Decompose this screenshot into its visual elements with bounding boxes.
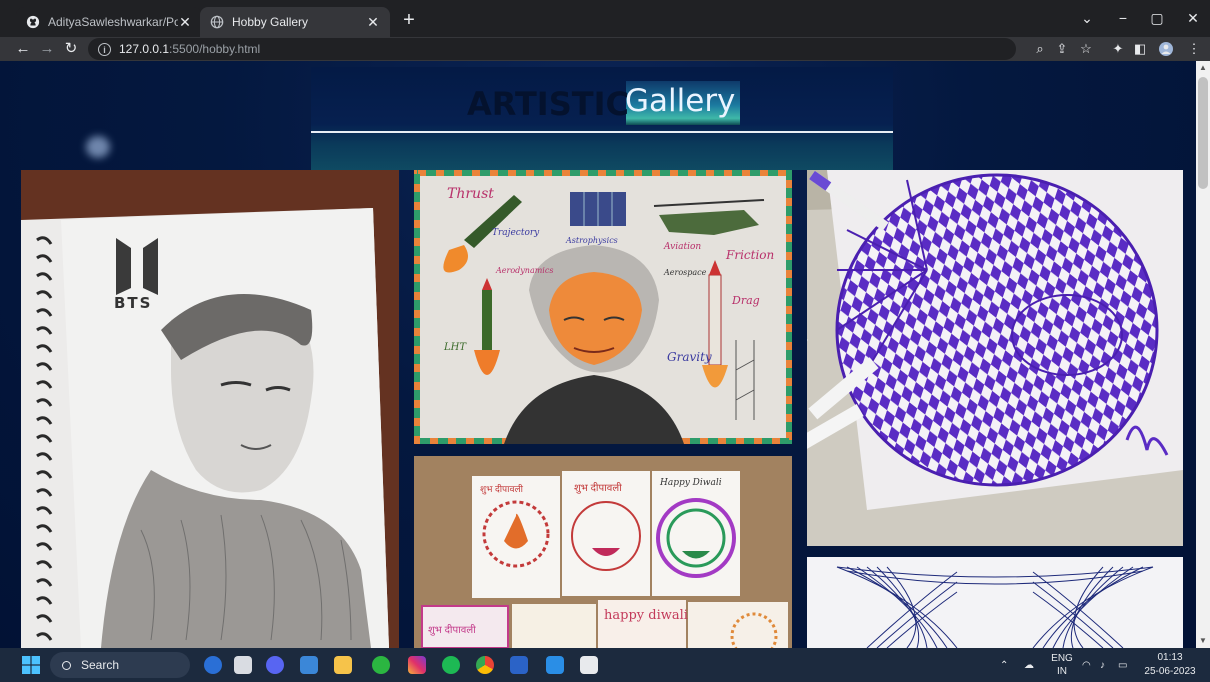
diwali-card-text: happy diwali — [604, 608, 688, 623]
scroll-up-arrow-icon[interactable]: ▲ — [1196, 63, 1210, 73]
new-tab-button[interactable]: + — [398, 9, 420, 31]
diwali-card-text: Happy Diwali — [660, 478, 722, 488]
poster-word-astrophysics: Astrophysics — [566, 236, 618, 245]
address-bar[interactable]: i 127.0.0.1:5500/hobby.html — [88, 38, 1016, 60]
windows-taskbar: Search ⌃ ☁ ENG IN ◠ ♪ ▭ 01:13 25-06-2023 — [0, 648, 1210, 682]
onedrive-cloud-icon[interactable]: ☁ — [1024, 648, 1034, 682]
poster-word-aerospace: Aerospace — [664, 268, 707, 277]
volume-icon[interactable]: ♪ — [1100, 648, 1105, 682]
task-view-icon[interactable] — [234, 656, 252, 674]
search-icon — [62, 660, 71, 670]
artwork-string-art[interactable] — [807, 557, 1183, 648]
poster-word-aviation: Aviation — [664, 242, 702, 252]
hobby-gallery-page: ARTISTIC Gallery BTS Thrust Trajectory A… — [0, 61, 1196, 648]
language-code: ENG — [1051, 653, 1073, 664]
close-tab-icon[interactable]: ✕ — [178, 14, 192, 31]
reload-icon[interactable]: ↻ — [60, 37, 82, 61]
scroll-down-arrow-icon[interactable]: ▼ — [1196, 636, 1210, 646]
search-label: Search — [81, 658, 120, 672]
share-icon[interactable]: ⇪ — [1052, 37, 1072, 61]
zoom-icon[interactable]: ⌕ — [1030, 37, 1050, 61]
minimize-button[interactable]: − — [1106, 6, 1140, 30]
spotify-app-icon[interactable] — [442, 656, 460, 674]
poster-word-friction: Friction — [726, 248, 775, 262]
snipping-tool-icon[interactable] — [580, 656, 598, 674]
back-arrow-icon[interactable]: ← — [12, 37, 34, 61]
github-icon — [26, 15, 40, 29]
word-app-icon[interactable] — [510, 656, 528, 674]
page-title-light: Gallery — [625, 83, 736, 119]
diwali-card-text: शुभ दीपावली — [428, 625, 476, 636]
url-host: 127.0.0.1 — [119, 42, 170, 56]
diwali-card-text: शुभ दीपावली — [574, 483, 622, 494]
poster-word-drag: Drag — [732, 294, 760, 307]
forward-arrow-icon[interactable]: → — [36, 37, 58, 61]
extensions-icon[interactable]: ✦ — [1108, 37, 1128, 61]
file-explorer-icon[interactable] — [334, 656, 352, 674]
artwork-diwali-cards[interactable]: शुभ दीपावली शुभ दीपावली Happy Diwali शुभ… — [414, 456, 792, 648]
chrome-app-icon[interactable] — [476, 656, 494, 674]
bookmark-star-icon[interactable]: ☆ — [1076, 37, 1096, 61]
battery-icon[interactable]: ▭ — [1118, 648, 1127, 682]
menu-kebab-icon[interactable]: ⋮ — [1184, 37, 1204, 61]
poster-word-lht: LHT — [444, 342, 467, 353]
page-title-bold: ARTISTIC — [467, 85, 629, 123]
globe-icon — [210, 15, 224, 29]
browser-tab-strip: AdityaSawleshwarkar/Portfolio ✕ Hobby Ga… — [0, 0, 1210, 37]
restore-button[interactable]: ▢ — [1140, 6, 1174, 30]
tab-portfolio[interactable]: AdityaSawleshwarkar/Portfolio ✕ — [16, 7, 202, 37]
taskbar-search[interactable]: Search — [50, 652, 190, 678]
vscode-app-icon[interactable] — [546, 656, 564, 674]
tab-hobby-gallery[interactable]: Hobby Gallery ✕ — [200, 7, 390, 37]
poster-word-gravity: Gravity — [667, 350, 712, 364]
poster-word-trajectory: Trajectory — [492, 228, 540, 238]
artwork-label: BTS — [114, 294, 153, 312]
scroll-thumb[interactable] — [1198, 77, 1208, 189]
whatsapp-app-icon[interactable] — [372, 656, 390, 674]
tab-search-button[interactable]: ⌄ — [1070, 6, 1104, 30]
taskbar-clock[interactable]: 01:13 25-06-2023 — [1138, 651, 1202, 679]
poster-word-thrust: Thrust — [447, 186, 494, 202]
store-app-icon[interactable] — [300, 656, 318, 674]
side-panel-icon[interactable]: ◧ — [1130, 37, 1150, 61]
bing-app-icon[interactable] — [204, 656, 222, 674]
region-code: IN — [1057, 666, 1067, 677]
url-path: :5500/hobby.html — [169, 42, 261, 56]
header-divider — [311, 131, 893, 133]
tab-title: AdityaSawleshwarkar/Portfolio — [48, 15, 178, 29]
instagram-app-icon[interactable] — [408, 656, 426, 674]
profile-avatar-icon[interactable] — [1156, 37, 1176, 61]
discord-app-icon[interactable] — [266, 656, 284, 674]
tab-title: Hobby Gallery — [232, 15, 309, 29]
site-info-icon[interactable]: i — [98, 42, 111, 56]
gallery-header: ARTISTIC Gallery — [311, 67, 893, 170]
windows-start-icon[interactable] — [22, 656, 40, 674]
language-indicator[interactable]: ENG IN — [1050, 652, 1074, 678]
decorative-blur — [86, 136, 110, 158]
show-hidden-icons-icon[interactable]: ⌃ — [1000, 648, 1008, 682]
poster-word-aerodynamics: Aerodynamics — [496, 266, 554, 275]
browser-toolbar: ← → ↻ i 127.0.0.1:5500/hobby.html ⌕ ⇪ ☆ … — [0, 37, 1210, 61]
artwork-op-art[interactable] — [807, 170, 1183, 546]
diwali-card-text: शुभ दीपावली — [480, 484, 523, 494]
close-window-button[interactable]: ✕ — [1176, 6, 1210, 30]
wifi-icon[interactable]: ◠ — [1082, 648, 1091, 682]
page-scrollbar[interactable]: ▲ ▼ — [1196, 61, 1210, 648]
clock-date: 25-06-2023 — [1144, 666, 1196, 677]
artwork-kalam-poster[interactable]: Thrust Trajectory Astrophysics Aviation … — [414, 170, 792, 444]
close-tab-icon[interactable]: ✕ — [366, 14, 380, 31]
artwork-bts-sketch[interactable]: BTS — [21, 170, 399, 648]
clock-time: 01:13 — [1157, 652, 1183, 663]
